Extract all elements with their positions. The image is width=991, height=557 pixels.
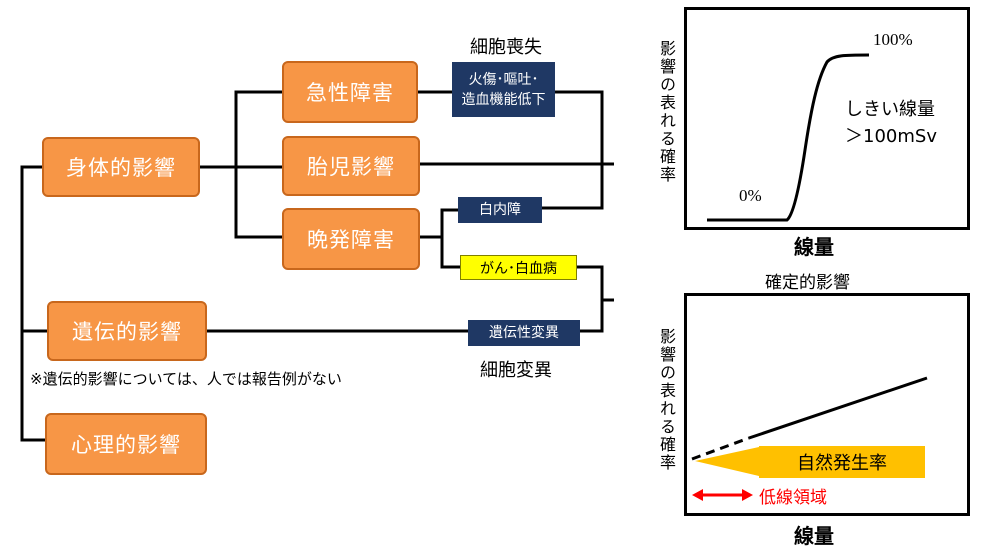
chart1-xlabel: 線量 — [794, 235, 834, 259]
chart2-natural-rate-box: 自然発生率 — [759, 446, 925, 478]
cancer-genetic-join — [577, 265, 604, 333]
tag-acute-effects-line1: 火傷･嘔吐･ — [468, 71, 539, 88]
node-late-disorder: 晩発障害 — [282, 208, 420, 270]
chart1-threshold-line2: ＞100mSv — [845, 126, 937, 147]
label-cell-death: 細胞喪失 — [470, 37, 542, 58]
node-physical-effects: 身体的影響 — [42, 137, 200, 197]
chart2-natural-rate-pointer — [695, 447, 759, 476]
node-genetic-effects: 遺伝的影響 — [47, 301, 207, 361]
spine-line — [20, 165, 45, 442]
chart2-frame: 自然発生率 低線領域 — [684, 293, 970, 516]
tag-genetic-mutation: 遺伝性変異 — [468, 320, 580, 346]
chart1-annot-top: 100% — [873, 30, 913, 49]
node-fetal-effects: 胎児影響 — [282, 136, 420, 196]
node-acute-disorder: 急性障害 — [282, 61, 418, 123]
chart2-xlabel: 線量 — [794, 524, 834, 548]
chart2-ylabel: 影響の表れる確率 — [657, 328, 676, 472]
tag-cataract: 白内障 — [458, 197, 542, 223]
chart1-annot-bottom: 0% — [739, 186, 762, 205]
chart1-frame: 100% 0% しきい線量 ＞100mSv — [684, 7, 970, 230]
label-cell-mutation: 細胞変異 — [480, 360, 552, 381]
chart1-threshold-line1: しきい線量 — [845, 99, 935, 120]
chart2-title: 確定的影響 — [765, 273, 850, 293]
label-note: ※遺伝的影響については、人では報告例がない — [30, 370, 342, 388]
chart1-ylabel: 影響の表れる確率 — [657, 40, 676, 184]
chart2-plot — [691, 376, 928, 501]
chart2-low-dose-label: 低線領域 — [759, 488, 827, 508]
tag-acute-effects-line2: 造血機能低下 — [461, 91, 546, 108]
chart2-solid-line — [748, 376, 928, 440]
tag-cancer-leukemia: がん･白血病 — [460, 255, 577, 280]
node-psychological-effects: 心理的影響 — [45, 413, 207, 475]
tag-acute-effects: 火傷･嘔吐･ 造血機能低下 — [452, 62, 555, 117]
chart2-arrow-left-head — [692, 489, 703, 501]
chart2-arrow-right-head — [742, 489, 753, 501]
physical-branch — [234, 90, 284, 239]
